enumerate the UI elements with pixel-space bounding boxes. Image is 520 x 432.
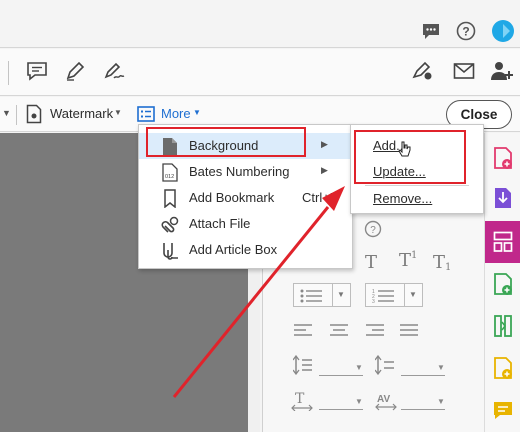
- paperclip-icon: [161, 214, 179, 234]
- page-icon: [161, 136, 179, 156]
- chevron-down-icon[interactable]: ▼: [437, 363, 445, 372]
- more-list-icon[interactable]: [136, 104, 156, 124]
- numbered-list-dropdown[interactable]: 123 ▼: [365, 283, 423, 307]
- chevron-down-icon[interactable]: ▼: [114, 108, 122, 117]
- mouse-cursor-icon: [398, 141, 411, 157]
- tools-rail: [484, 133, 520, 432]
- watermark-page-icon[interactable]: [25, 103, 43, 125]
- background-submenu: Add... Update... Remove...: [350, 124, 484, 214]
- line-spacing-field[interactable]: [319, 375, 363, 376]
- chat-icon[interactable]: [420, 20, 442, 42]
- highlight-pen-icon[interactable]: [63, 59, 87, 83]
- more-button[interactable]: More: [161, 106, 191, 121]
- align-left-icon[interactable]: [293, 323, 313, 339]
- chevron-down-icon[interactable]: ▼: [355, 363, 363, 372]
- compress-icon[interactable]: [492, 313, 514, 339]
- menu-item-background[interactable]: Background ▶: [139, 133, 352, 159]
- paragraph-spacing-field[interactable]: [401, 375, 445, 376]
- more-dropdown-menu: Background ▶ 012 Bates Numbering ▶ Add B…: [138, 124, 353, 269]
- horizontal-scale-icon[interactable]: T: [291, 391, 313, 411]
- horizontal-scale-field[interactable]: [319, 409, 363, 410]
- menu-item-bates-numbering[interactable]: 012 Bates Numbering ▶: [139, 159, 352, 185]
- toolbar-divider: [8, 61, 9, 85]
- bullet-list-dropdown[interactable]: ▼: [293, 283, 351, 307]
- create-pdf-icon[interactable]: [492, 145, 514, 171]
- superscript-icon[interactable]: T1: [399, 250, 417, 271]
- organize-pages-tool-active[interactable]: [485, 221, 520, 263]
- add-user-icon[interactable]: [489, 59, 515, 83]
- fill-sign-tool-icon[interactable]: [492, 355, 514, 381]
- app-top-bar: ?: [0, 0, 520, 48]
- avatar[interactable]: [492, 20, 514, 42]
- fill-sign-icon[interactable]: [410, 59, 436, 83]
- submenu-item-remove[interactable]: Remove...: [351, 186, 483, 212]
- main-toolbar: [0, 49, 520, 96]
- menu-item-attach-file[interactable]: Attach File: [139, 211, 352, 237]
- align-right-icon[interactable]: [365, 323, 385, 339]
- help-icon[interactable]: ?: [455, 20, 477, 42]
- chevron-down-icon[interactable]: ▼: [437, 397, 445, 406]
- menu-item-add-bookmark[interactable]: Add Bookmark Ctrl+B: [139, 185, 352, 211]
- export-pdf-icon[interactable]: [492, 185, 514, 211]
- submenu-item-update[interactable]: Update...: [351, 159, 483, 185]
- comment-tool-icon[interactable]: [492, 399, 514, 423]
- svg-text:012: 012: [165, 174, 174, 180]
- paragraph-spacing-icon[interactable]: [375, 355, 395, 375]
- menu-item-add-article-box[interactable]: Add Article Box: [139, 237, 352, 263]
- character-spacing-icon[interactable]: AV: [375, 391, 397, 411]
- svg-text:?: ?: [462, 25, 469, 39]
- text-icon[interactable]: T: [365, 252, 377, 273]
- svg-text:3: 3: [372, 299, 375, 304]
- chevron-down-icon[interactable]: ▼: [2, 108, 11, 118]
- chevron-down-icon[interactable]: ▼: [355, 397, 363, 406]
- edit-pdf-icon[interactable]: [492, 271, 514, 297]
- submenu-arrow-icon: ▶: [321, 139, 328, 149]
- watermark-button[interactable]: Watermark: [50, 106, 113, 121]
- character-spacing-field[interactable]: [401, 409, 445, 410]
- info-icon[interactable]: ?: [363, 219, 383, 239]
- shortcut-label: Ctrl+B: [302, 190, 339, 205]
- mail-icon[interactable]: [451, 59, 477, 83]
- subscript-icon[interactable]: T1: [433, 252, 451, 273]
- article-box-icon: [161, 240, 179, 260]
- svg-text:AV: AV: [377, 394, 390, 405]
- justify-icon[interactable]: [399, 323, 419, 339]
- chevron-down-icon[interactable]: ▼: [193, 108, 201, 117]
- sign-icon[interactable]: [103, 59, 127, 83]
- bates-number-icon: 012: [161, 162, 179, 182]
- align-center-icon[interactable]: [329, 323, 349, 339]
- submenu-arrow-icon: ▶: [321, 165, 328, 175]
- submenu-item-add[interactable]: Add...: [351, 133, 483, 159]
- svg-text:?: ?: [370, 225, 376, 236]
- bookmark-icon: [161, 188, 179, 208]
- comment-icon[interactable]: [25, 59, 49, 83]
- toolbar-divider: [16, 105, 17, 125]
- svg-text:T: T: [295, 391, 305, 407]
- line-spacing-icon[interactable]: [293, 355, 313, 375]
